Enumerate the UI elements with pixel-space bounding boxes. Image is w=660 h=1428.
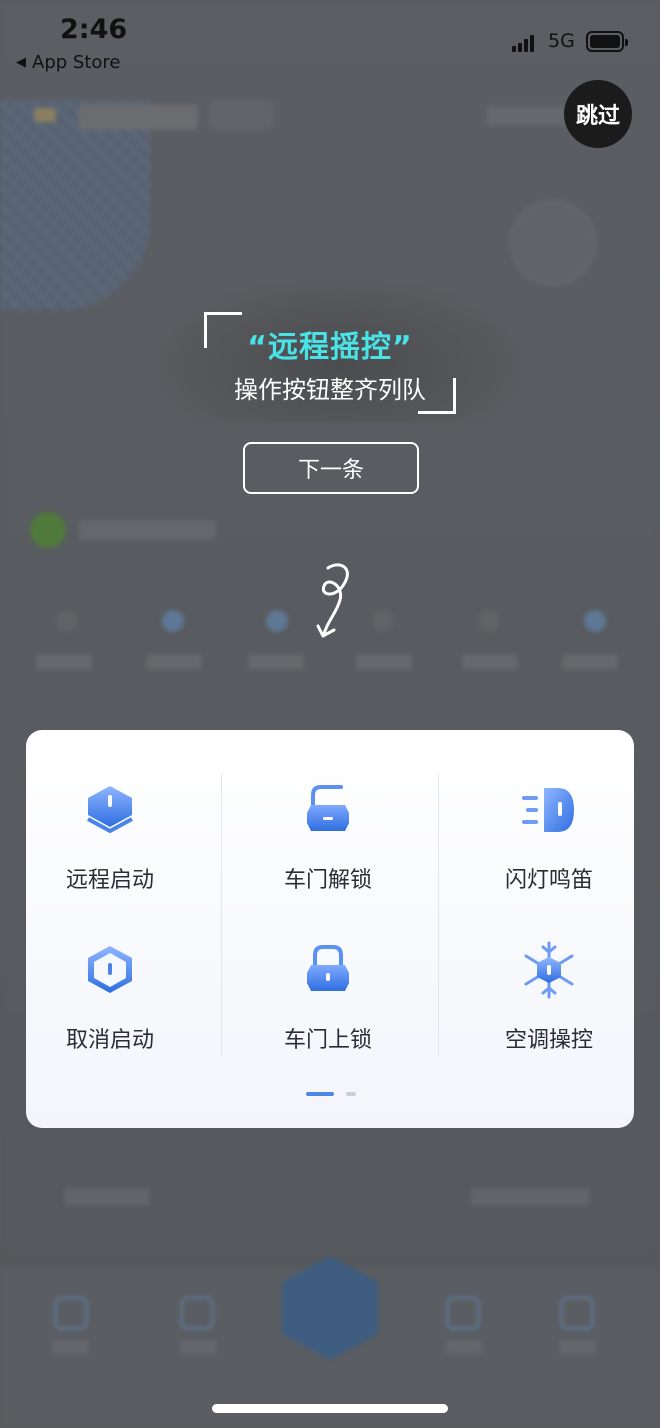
door-unlock-button[interactable]: 车门解锁 [238, 780, 418, 894]
network-type: 5G [548, 30, 575, 52]
bg-tab-label [52, 1340, 88, 1354]
bg-label [562, 654, 618, 670]
battery-icon [586, 31, 628, 52]
control-label: 空调操控 [504, 1028, 593, 1053]
bg-tab-label [560, 1340, 596, 1354]
bg-label [356, 654, 412, 670]
bg-brand-icon [34, 108, 56, 122]
next-tip-button[interactable]: 下一条 [243, 442, 419, 494]
bg-icon [584, 610, 606, 632]
bg-status-dot [30, 512, 66, 548]
bg-label [36, 654, 92, 670]
bg-text [64, 1188, 150, 1206]
bg-plate-number [78, 104, 198, 130]
control-label: 车门解锁 [283, 868, 372, 893]
cellular-signal-icon [512, 34, 538, 52]
guide-title: “远程摇控” [247, 330, 413, 365]
remote-control-panel: 远程启动 车门解锁 闪灯鸣笛 取消启动 车门上锁 空调操控 [26, 730, 634, 1128]
back-app-label: App Store [32, 52, 121, 73]
bg-icon [162, 610, 184, 632]
bg-tab-icon [54, 1296, 88, 1330]
flash-horn-icon [519, 780, 579, 840]
ac-control-button[interactable]: 空调操控 [459, 940, 639, 1054]
remote-start-icon [80, 780, 140, 840]
bg-tab-icon [446, 1296, 480, 1330]
control-label: 闪灯鸣笛 [504, 868, 593, 893]
bg-label [146, 654, 202, 670]
page-dot [346, 1092, 356, 1096]
bg-status-text [78, 520, 216, 540]
door-unlock-icon [298, 780, 358, 840]
remote-start-button[interactable]: 远程启动 [20, 780, 200, 894]
background-app [0, 0, 660, 1428]
bg-label [462, 654, 518, 670]
bg-icon [266, 610, 288, 632]
bg-icon [56, 610, 78, 632]
column-divider [438, 774, 439, 1056]
bg-tab-icon [560, 1296, 594, 1330]
door-lock-icon [298, 940, 358, 1000]
bg-icon [478, 610, 500, 632]
bg-text [470, 1188, 590, 1206]
bg-tab-icon [180, 1296, 214, 1330]
cancel-start-icon [80, 940, 140, 1000]
bg-right-text [486, 106, 566, 126]
home-indicator[interactable] [212, 1404, 448, 1413]
column-divider [221, 774, 222, 1056]
bg-icon [372, 610, 394, 632]
bg-label [248, 654, 304, 670]
control-label: 远程启动 [65, 868, 154, 893]
bg-decor-stripes [0, 100, 150, 310]
bg-tag [208, 100, 274, 130]
back-triangle-icon: ◀ [16, 55, 26, 70]
bg-tab-label [446, 1340, 482, 1354]
guide-subtitle: 操作按钮整齐列队 [234, 376, 426, 404]
skip-button[interactable]: 跳过 [564, 80, 632, 148]
status-time: 2:46 [60, 14, 128, 45]
door-lock-button[interactable]: 车门上锁 [238, 940, 418, 1054]
page-dot-active [306, 1092, 334, 1096]
page-indicator [306, 1092, 356, 1096]
back-to-app-link[interactable]: ◀ App Store [16, 52, 120, 73]
flash-horn-button[interactable]: 闪灯鸣笛 [459, 780, 639, 894]
bg-tab-label [180, 1340, 216, 1354]
control-label: 车门上锁 [283, 1028, 372, 1053]
ac-control-icon [519, 940, 579, 1000]
control-label: 取消启动 [65, 1028, 154, 1053]
bg-round-button [510, 200, 596, 286]
swirl-arrow-icon [316, 563, 349, 638]
cancel-start-button[interactable]: 取消启动 [20, 940, 200, 1054]
